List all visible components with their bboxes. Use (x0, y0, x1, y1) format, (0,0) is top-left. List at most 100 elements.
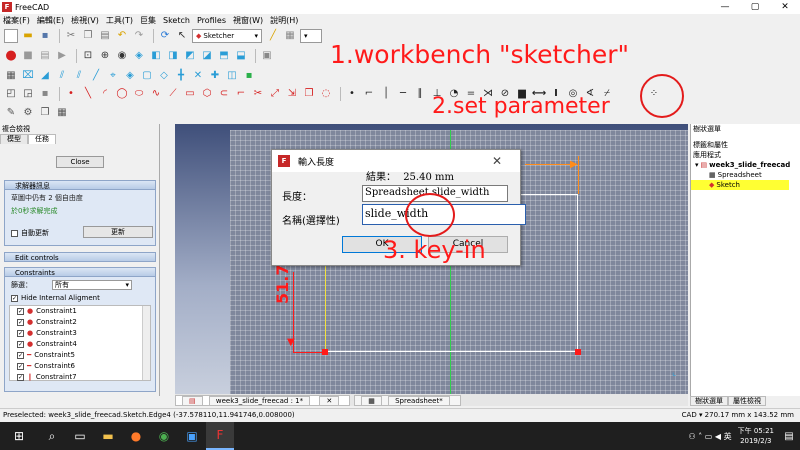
menu-view[interactable]: 檢視(V) (71, 15, 99, 26)
undo-icon[interactable]: ↶ (115, 29, 129, 43)
list-item[interactable]: ✓ ● Constraint3 (10, 328, 150, 339)
vertex-point[interactable] (575, 349, 581, 355)
chrome-icon[interactable]: ◉ (150, 422, 178, 450)
cut-icon[interactable]: ✂ (64, 29, 78, 43)
auto-update-checkbox[interactable]: 自動更新 (11, 228, 49, 238)
view-top-icon[interactable]: ◨ (166, 49, 180, 63)
view-right-icon[interactable]: ◩ (183, 49, 197, 63)
tree-document[interactable]: ▾ ▤ week3_slide_freecad (691, 160, 800, 170)
menu-tools[interactable]: 工具(T) (106, 15, 133, 26)
constraints-header[interactable]: Constraints (4, 267, 156, 277)
macro-icon[interactable]: ▤ (38, 49, 52, 63)
sketch-view-icon[interactable]: ◰ (4, 87, 18, 101)
tab-model[interactable]: 模型 (0, 134, 28, 144)
vertical-icon[interactable]: │ (379, 87, 393, 101)
menu-help[interactable]: 說明(H) (270, 15, 298, 26)
settings-icon[interactable]: ⚙ (21, 106, 35, 120)
array-icon[interactable]: ▦ (55, 106, 69, 120)
list-item[interactable]: ✓ ● Constraint2 (10, 317, 150, 328)
sketch-l-icon[interactable]: ▪ (242, 69, 256, 83)
menu-window[interactable]: 視窗(W) (233, 15, 263, 26)
system-tray[interactable]: ⚇ ˄ ▭ ◀ 英 (689, 431, 732, 442)
point-icon[interactable]: • (64, 87, 78, 101)
list-item[interactable]: ✓ ━ Constraint6 (10, 361, 150, 372)
polyline-icon[interactable]: ⟋ (166, 87, 180, 101)
hide-internal-checkbox[interactable]: ✓ Hide Internal Aligment (5, 293, 155, 303)
sketch-b-icon[interactable]: ⫽ (72, 69, 86, 83)
freecad-taskbar-icon[interactable]: F (206, 422, 234, 450)
firefox-icon[interactable]: ● (122, 422, 150, 450)
sketch-e-icon[interactable]: ◈ (123, 69, 137, 83)
record-icon[interactable]: ● (4, 49, 18, 63)
menu-file[interactable]: 檔案(F) (3, 15, 30, 26)
sketch-g-icon[interactable]: ◇ (157, 69, 171, 83)
arc-icon[interactable]: ◜ (98, 87, 112, 101)
point-on-object-icon[interactable]: ⌐ (362, 87, 376, 101)
slot-icon[interactable]: ⊂ (217, 87, 231, 101)
horizontal-icon[interactable]: ─ (396, 87, 410, 101)
status-dimensions[interactable]: CAD ▾ 270.17 mm x 143.52 mm (682, 409, 800, 422)
tree-application[interactable]: 應用程式 (691, 150, 800, 160)
tab-tree-view[interactable]: 樹狀選單 (690, 396, 728, 406)
sketch-i-icon[interactable]: ✕ (191, 69, 205, 83)
dialog-close-button[interactable]: ✕ (492, 154, 502, 168)
construction-icon[interactable]: ◌ (319, 87, 333, 101)
external-icon[interactable]: ⇲ (285, 87, 299, 101)
lock-icon[interactable]: ⌧ (21, 69, 35, 83)
view-rear-icon[interactable]: ◪ (200, 49, 214, 63)
list-item[interactable]: ✓ ● Constraint4 (10, 339, 150, 350)
line-icon[interactable]: ╲ (81, 87, 95, 101)
snap-icon[interactable]: ◢ (38, 69, 52, 83)
fillet-icon[interactable]: ⌐ (234, 87, 248, 101)
task-view-icon[interactable]: ▭ (66, 422, 94, 450)
grid-icon[interactable]: ▦ (4, 69, 18, 83)
draw-style-icon[interactable]: ◉ (115, 49, 129, 63)
edit-icon[interactable]: ✎ (4, 106, 18, 120)
filter-select[interactable]: 所有 ▾ (52, 280, 132, 290)
rectangle-icon[interactable]: ▭ (183, 87, 197, 101)
trim-icon[interactable]: ✂ (251, 87, 265, 101)
app-icon[interactable]: ▣ (178, 422, 206, 450)
coincident-icon[interactable]: • (345, 87, 359, 101)
measure-icon[interactable]: ╱ (266, 29, 280, 43)
sketch-a-icon[interactable]: ⫽ (55, 69, 69, 83)
view-left-icon[interactable]: ⬓ (234, 49, 248, 63)
sketch-j-icon[interactable]: ✚ (208, 69, 222, 83)
vertex-point[interactable] (322, 349, 328, 355)
zoom-fit-icon[interactable]: ⊡ (81, 49, 95, 63)
open-icon[interactable]: ▬ (21, 29, 35, 43)
close-sketch-button[interactable]: Close (56, 156, 104, 168)
notification-icon[interactable]: ▤ (778, 422, 800, 450)
close-icon[interactable]: ✕ (319, 395, 340, 406)
taskbar-clock[interactable]: 下午 05:21 2019/2/3 (738, 426, 778, 446)
close-button[interactable]: ✕ (770, 2, 800, 12)
carbon-copy-icon[interactable]: ❐ (302, 87, 316, 101)
parallel-icon[interactable]: ∥ (413, 87, 427, 101)
part-icon[interactable]: ▦ (283, 29, 297, 43)
view-iso-icon[interactable]: ◈ (132, 49, 146, 63)
menu-profiles[interactable]: Profiles (197, 16, 226, 25)
copy-sketch-icon[interactable]: ❐ (38, 106, 52, 120)
paste-icon[interactable]: ▤ (98, 29, 112, 43)
minimize-button[interactable]: — (710, 2, 740, 12)
leave-sketch-icon[interactable]: ◲ (21, 87, 35, 101)
solver-header[interactable]: 求解器訊息 (4, 180, 156, 190)
bspline-icon[interactable]: ∿ (149, 87, 163, 101)
tab-property-view[interactable]: 屬性檢視 (728, 396, 766, 406)
copy-icon[interactable]: ❐ (81, 29, 95, 43)
sketch-h-icon[interactable]: ╋ (174, 69, 188, 83)
refresh-icon[interactable]: ⟳ (158, 29, 172, 43)
tab-document[interactable]: ▤ week3_slide_freecad : 1* ✕ (175, 394, 351, 406)
menu-edit[interactable]: 編輯(E) (37, 15, 64, 26)
windows-start-icon[interactable]: ⊞ (0, 422, 38, 450)
extend-icon[interactable]: ⤢ (268, 87, 282, 101)
list-scrollbar[interactable] (142, 306, 150, 380)
edit-controls-header[interactable]: Edit controls (4, 252, 156, 262)
new-file-icon[interactable] (4, 29, 18, 43)
sketch-k-icon[interactable]: ◫ (225, 69, 239, 83)
list-item[interactable]: ✓ ❙ Constraint7 (10, 372, 150, 383)
view-front-icon[interactable]: ◧ (149, 49, 163, 63)
circle-icon[interactable]: ◯ (115, 87, 129, 101)
pointer-icon[interactable]: ↖ (175, 29, 189, 43)
polygon-icon[interactable]: ⬡ (200, 87, 214, 101)
